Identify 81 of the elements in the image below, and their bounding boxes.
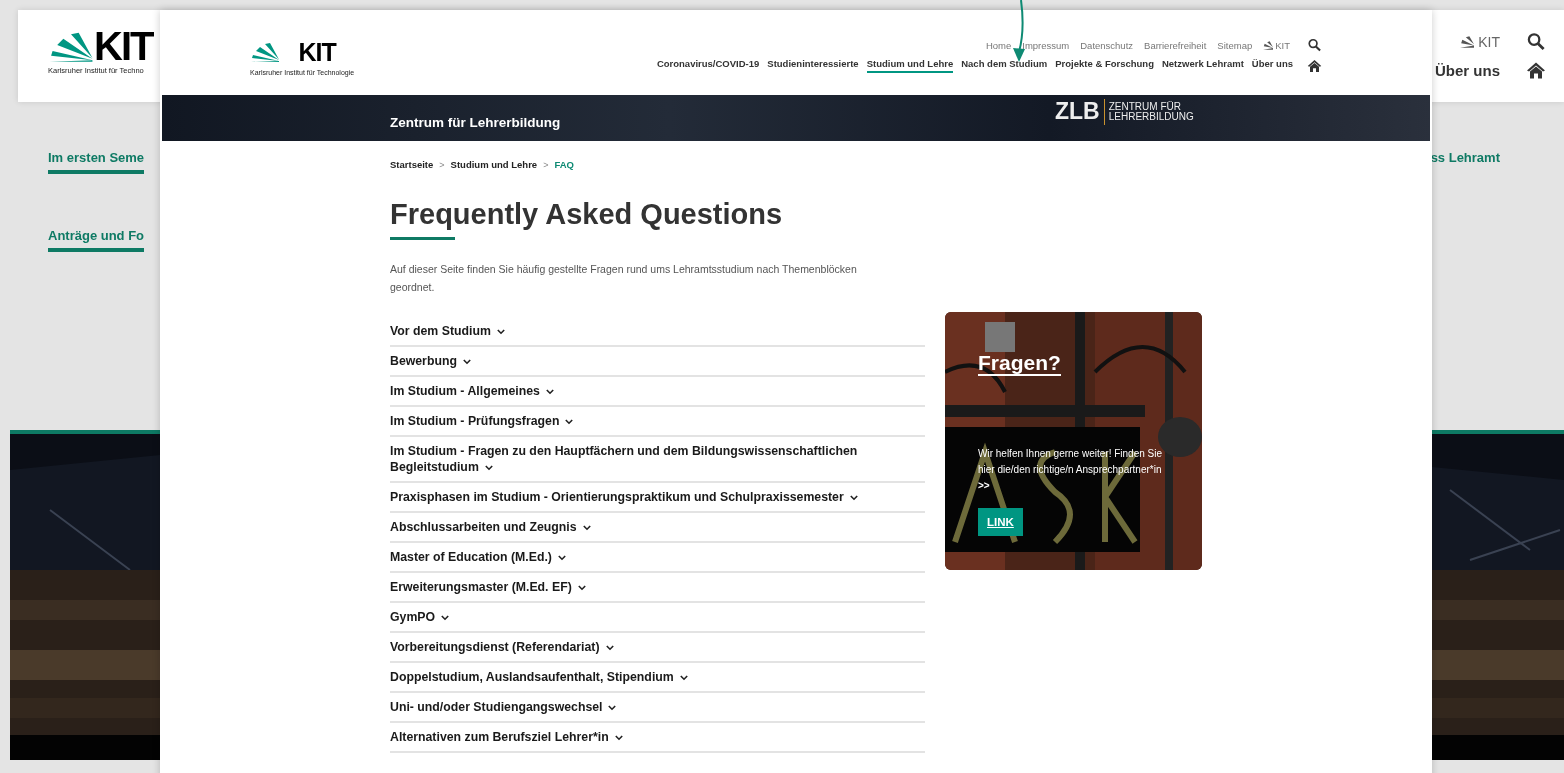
faq-label: Master of Education (M.Ed.) (390, 550, 566, 564)
faq-item[interactable]: Vor dem Studium (390, 317, 925, 347)
nav-tab[interactable]: Coronavirus/COVID-19 (656, 58, 760, 73)
breadcrumb-link[interactable]: FAQ (554, 159, 574, 170)
chevron-icon (577, 585, 586, 591)
faq-label: Uni- und/oder Studiengangswechsel (390, 700, 617, 714)
faq-label: Vorbereitungsdienst (Referendariat) (390, 640, 614, 654)
chevron-icon (462, 359, 471, 365)
page-title: Frequently Asked Questions (390, 197, 784, 232)
breadcrumb-link[interactable]: Startseite (390, 159, 434, 170)
banner-title: Zentrum für Lehrerbildung (390, 114, 561, 130)
logo-letters: ZLB (1055, 98, 1100, 125)
faq-item[interactable]: Bewerbung (390, 347, 925, 377)
utility-link[interactable]: Barrierefreiheit (1144, 39, 1207, 51)
faq-item[interactable]: Master of Education (M.Ed.) (390, 543, 925, 573)
faq-item[interactable]: Doppelstudium, Auslandsaufenthalt, Stipendium (390, 663, 925, 693)
chevron-icon (582, 525, 591, 531)
faq-item[interactable]: Im Studium - Prüfungsfragen (390, 407, 925, 437)
chevron-icon (545, 389, 554, 395)
logo-text: ZENTRUM FÜR (1108, 101, 1182, 112)
chevron-icon (441, 615, 450, 621)
chevron-icon (614, 735, 623, 741)
faq-item[interactable]: Praxisphasen im Studium - Orientierungspraktikum und Schulpraxissemester (390, 483, 925, 513)
faq-label: Im Studium - Fragen zu den Hauptfächern und dem Bildungswissenschaftlichen Begleitstudium (390, 444, 858, 474)
faq-label: Doppelstudium, Auslandsaufenthalt, Stipendium (390, 670, 688, 684)
nav-tab[interactable]: Über uns (1251, 58, 1293, 73)
faq-item[interactable]: Alternativen zum Berufsziel Lehrer*in (390, 723, 925, 753)
chevron-icon (484, 465, 493, 471)
faq-item[interactable]: GymPO (390, 603, 925, 633)
faq-label: Abschlussarbeiten und Zeugnis (390, 520, 591, 534)
faq-label: Alternativen zum Berufsziel Lehrer*in (390, 730, 623, 744)
breadcrumb-separator: > (439, 159, 445, 170)
nav-tab[interactable]: Nach dem Studium (961, 58, 1048, 73)
home-icon[interactable] (1526, 61, 1546, 80)
chevron-icon (565, 419, 574, 425)
nav-tab[interactable]: Projekte & Forschung (1055, 58, 1154, 73)
utility-link[interactable]: Impressum (1022, 39, 1070, 51)
utility-link[interactable]: Sitemap (1217, 39, 1253, 51)
faq-label: Im Studium - Allgemeines (390, 384, 554, 398)
kit-mark-icon (1263, 40, 1274, 50)
faq-item[interactable]: Vorbereitungsdienst (Referendariat) (390, 633, 925, 663)
chevron-icon (605, 645, 614, 651)
fan-icon (250, 42, 280, 63)
faq-label: Im Studium - Prüfungsfragen (390, 414, 574, 428)
fan-icon (48, 32, 94, 64)
home-icon[interactable] (1307, 58, 1322, 73)
faq-item[interactable]: Uni- und/oder Studiengangswechsel (390, 693, 925, 723)
logo-text: LEHRERBILDUNG (1108, 111, 1194, 122)
faq-label: Erweiterungsmaster (M.Ed. EF) (390, 580, 586, 594)
utility-link[interactable]: Home (985, 39, 1012, 51)
search-icon[interactable] (1526, 32, 1546, 51)
side-link[interactable]: Anträge und Fo (48, 228, 145, 252)
kit-mark-icon (1460, 35, 1475, 48)
faq-item[interactable]: Im Studium - Fragen zu den Hauptfächern und dem Bildungswissenschaftlichen Begleitstudium (390, 437, 925, 483)
faq-label: Vor dem Studium (390, 324, 505, 338)
logo-letters: KIT (94, 28, 153, 64)
nav-link[interactable]: Über uns (1435, 62, 1500, 79)
chevron-icon (608, 705, 617, 711)
chevron-icon (557, 555, 566, 561)
breadcrumb-link[interactable]: Studium und Lehre (450, 159, 538, 170)
side-link[interactable]: Im ersten Seme (48, 150, 145, 174)
chevron-icon (849, 495, 858, 501)
utility-link[interactable]: Datenschutz (1080, 39, 1134, 51)
faq-item[interactable]: Erweiterungsmaster (M.Ed. EF) (390, 573, 925, 603)
kit-link[interactable]: KIT (1460, 33, 1500, 50)
breadcrumb-separator: > (543, 159, 549, 170)
nav-tab[interactable]: Netzwerk Lehramt (1161, 58, 1244, 73)
faq-item[interactable]: Im Studium - Allgemeines (390, 377, 925, 407)
chevron-icon (679, 675, 688, 681)
kit-link[interactable]: KIT (1263, 39, 1290, 51)
chevron-icon (496, 329, 505, 335)
intro-text: Auf dieser Seite finden Sie häufig gestellte Fragen rund ums Lehramtsstudium nach Themenblöcken geordnet. (390, 262, 858, 295)
faq-label: Bewerbung (390, 354, 471, 368)
faq-label: GymPO (390, 610, 450, 624)
nav-tab[interactable]: Studium und Lehre (866, 58, 954, 73)
faq-item[interactable]: Abschlussarbeiten und Zeugnis (390, 513, 925, 543)
side-link[interactable]: ss Lehramt (1430, 150, 1500, 171)
logo-letters: KIT (298, 40, 338, 63)
nav-tab[interactable]: Studieninteressierte (767, 58, 859, 73)
faq-label: Praxisphasen im Studium - Orientierungspraktikum und Schulpraxissemester (390, 490, 858, 504)
search-icon[interactable] (1307, 38, 1322, 52)
